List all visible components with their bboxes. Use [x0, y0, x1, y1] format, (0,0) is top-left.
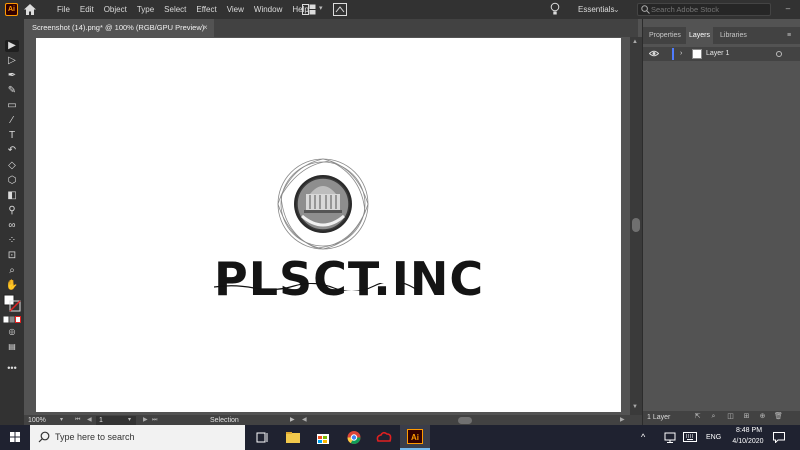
menu-effect[interactable]: Effect	[191, 0, 221, 19]
document-tab-title[interactable]: Screenshot (14).png* @ 100% (RGB/GPU Pre…	[32, 19, 204, 37]
horizontal-scroll-thumb[interactable]	[458, 417, 472, 424]
layer-color-swatch	[672, 48, 674, 60]
curvature-tool-icon[interactable]: ✎	[5, 85, 19, 97]
workspace-switcher[interactable]: Essentials	[578, 0, 614, 19]
blend-tool-icon[interactable]: ∞	[5, 220, 19, 232]
new-sublayer-icon[interactable]: ⊞	[742, 413, 751, 421]
last-artboard-icon[interactable]: ⏭	[152, 416, 157, 425]
illustrator-app-icon: Ai	[407, 429, 423, 444]
rectangle-tool-icon[interactable]: ▭	[5, 100, 19, 112]
task-view-icon[interactable]	[247, 425, 277, 450]
language-indicator[interactable]: ENG	[706, 425, 721, 450]
coin-emblem-graphic	[277, 158, 369, 250]
company-name-text: PLSCT.INC	[214, 252, 485, 306]
notification-center-icon[interactable]	[773, 432, 785, 443]
zoom-level-field[interactable]: 100%	[28, 416, 46, 425]
color-mode-icons[interactable]	[3, 316, 21, 323]
direct-selection-tool-icon[interactable]: ▷	[5, 55, 19, 67]
draw-mode-icon[interactable]: ◎	[5, 326, 19, 338]
panel-menu-icon[interactable]: ≡	[787, 27, 791, 44]
layer-target-icon[interactable]	[776, 51, 782, 57]
scroll-right-icon[interactable]: ▶	[620, 416, 625, 425]
previous-artboard-icon[interactable]: ◀	[87, 416, 92, 425]
illustrator-taskbar-button[interactable]: Ai	[400, 425, 430, 450]
layer-thumbnail	[692, 49, 702, 59]
status-readout: Selection	[210, 417, 239, 424]
search-icon	[38, 431, 50, 443]
chevron-down-icon[interactable]: ▾	[128, 416, 131, 425]
scroll-up-icon[interactable]: ▲	[632, 39, 638, 45]
lightbulb-icon[interactable]	[550, 2, 560, 16]
pen-tool-icon[interactable]: ✒	[5, 70, 19, 82]
eraser-tool-icon[interactable]: ◇	[5, 160, 19, 172]
next-artboard-icon[interactable]: ▶	[143, 416, 148, 425]
illustrator-logo-icon: Ai	[5, 3, 18, 16]
status-menu-icon[interactable]: ▶	[290, 416, 295, 425]
menu-window[interactable]: Window	[249, 0, 287, 19]
hand-tool-icon[interactable]: ✋	[5, 280, 19, 292]
menu-object[interactable]: Object	[99, 0, 132, 19]
trash-icon[interactable]: 🗑	[774, 413, 783, 421]
export-layer-icon[interactable]: ⇱	[693, 413, 702, 421]
creative-cloud-icon[interactable]	[369, 425, 399, 450]
screen-mode-icon[interactable]: ▤	[5, 341, 19, 353]
decorative-wire-line	[214, 283, 434, 291]
visibility-eye-icon[interactable]	[649, 49, 659, 58]
stock-search-input[interactable]	[651, 3, 769, 16]
main-menu: File Edit Object Type Select Effect View…	[52, 0, 314, 19]
clock-time[interactable]: 8:48 PM	[732, 427, 766, 434]
tab-libraries[interactable]: Libraries	[720, 27, 747, 44]
clock-date[interactable]: 4/10/2020	[728, 438, 768, 445]
gpu-performance-icon[interactable]	[333, 3, 347, 16]
menu-file[interactable]: File	[52, 0, 75, 19]
menu-edit[interactable]: Edit	[75, 0, 99, 19]
search-icon	[641, 5, 650, 14]
layer-count-label: 1 Layer	[647, 414, 671, 421]
file-explorer-icon[interactable]	[278, 425, 308, 450]
tab-properties[interactable]: Properties	[649, 27, 681, 44]
chrome-icon[interactable]	[339, 425, 369, 450]
paintbrush-tool-icon[interactable]: ⁄	[5, 115, 19, 127]
expand-layer-chevron-icon[interactable]: ›	[680, 47, 682, 61]
scroll-down-icon[interactable]: ▼	[632, 404, 638, 410]
menu-select[interactable]: Select	[159, 0, 191, 19]
more-tools-icon[interactable]: •••	[5, 362, 19, 374]
minimize-window-button[interactable]: –	[776, 0, 800, 19]
symbol-sprayer-tool-icon[interactable]: ⁘	[5, 235, 19, 247]
fill-stroke-swatch-icon[interactable]	[3, 294, 21, 312]
windows-start-icon[interactable]	[0, 425, 30, 450]
svg-text:Ai: Ai	[411, 433, 419, 442]
home-icon[interactable]	[23, 3, 37, 16]
locate-object-icon[interactable]: ⌕	[709, 413, 718, 421]
zoom-tool-icon[interactable]: ⌕	[5, 265, 19, 277]
layers-panel	[642, 19, 800, 425]
layer-name-label[interactable]: Layer 1	[706, 47, 729, 61]
tab-layers[interactable]: Layers	[686, 27, 714, 44]
scroll-left-icon[interactable]: ◀	[302, 416, 307, 425]
close-document-button[interactable]: ×	[203, 19, 208, 37]
keyboard-icon[interactable]	[683, 432, 697, 442]
chevron-down-icon[interactable]: ▾	[319, 4, 323, 12]
tools-panel: ▶ ▷ ✒ ✎ ▭ ⁄ T ↶ ◇ ⬡ ◧ ⚲ ∞ ⁘ ⊡ ⌕ ✋ ◎ ▤ ••…	[0, 19, 24, 425]
first-artboard-icon[interactable]: ⏮	[75, 416, 80, 425]
menu-type[interactable]: Type	[132, 0, 159, 19]
rotate-tool-icon[interactable]: ↶	[5, 145, 19, 157]
network-icon[interactable]	[664, 432, 676, 443]
vertical-scroll-thumb[interactable]	[632, 218, 640, 232]
chevron-down-icon[interactable]: ▾	[60, 416, 63, 425]
shape-builder-tool-icon[interactable]: ⬡	[5, 175, 19, 187]
clipping-mask-icon[interactable]: ◫	[726, 413, 735, 421]
microsoft-store-icon[interactable]	[308, 425, 338, 450]
gradient-tool-icon[interactable]: ◧	[5, 190, 19, 202]
taskbar-search-placeholder[interactable]: Type here to search	[55, 425, 135, 450]
arrange-documents-icon[interactable]	[302, 4, 316, 15]
artboard-tool-icon[interactable]: ⊡	[5, 250, 19, 262]
type-tool-icon[interactable]: T	[5, 130, 19, 142]
selection-tool-icon[interactable]: ▶	[5, 40, 19, 52]
menu-view[interactable]: View	[222, 0, 249, 19]
chevron-down-icon[interactable]: ⌄	[613, 0, 620, 19]
eyedropper-tool-icon[interactable]: ⚲	[5, 205, 19, 217]
new-layer-icon[interactable]: ⊕	[758, 413, 767, 421]
tray-expand-chevron-icon[interactable]: ^	[641, 425, 645, 450]
